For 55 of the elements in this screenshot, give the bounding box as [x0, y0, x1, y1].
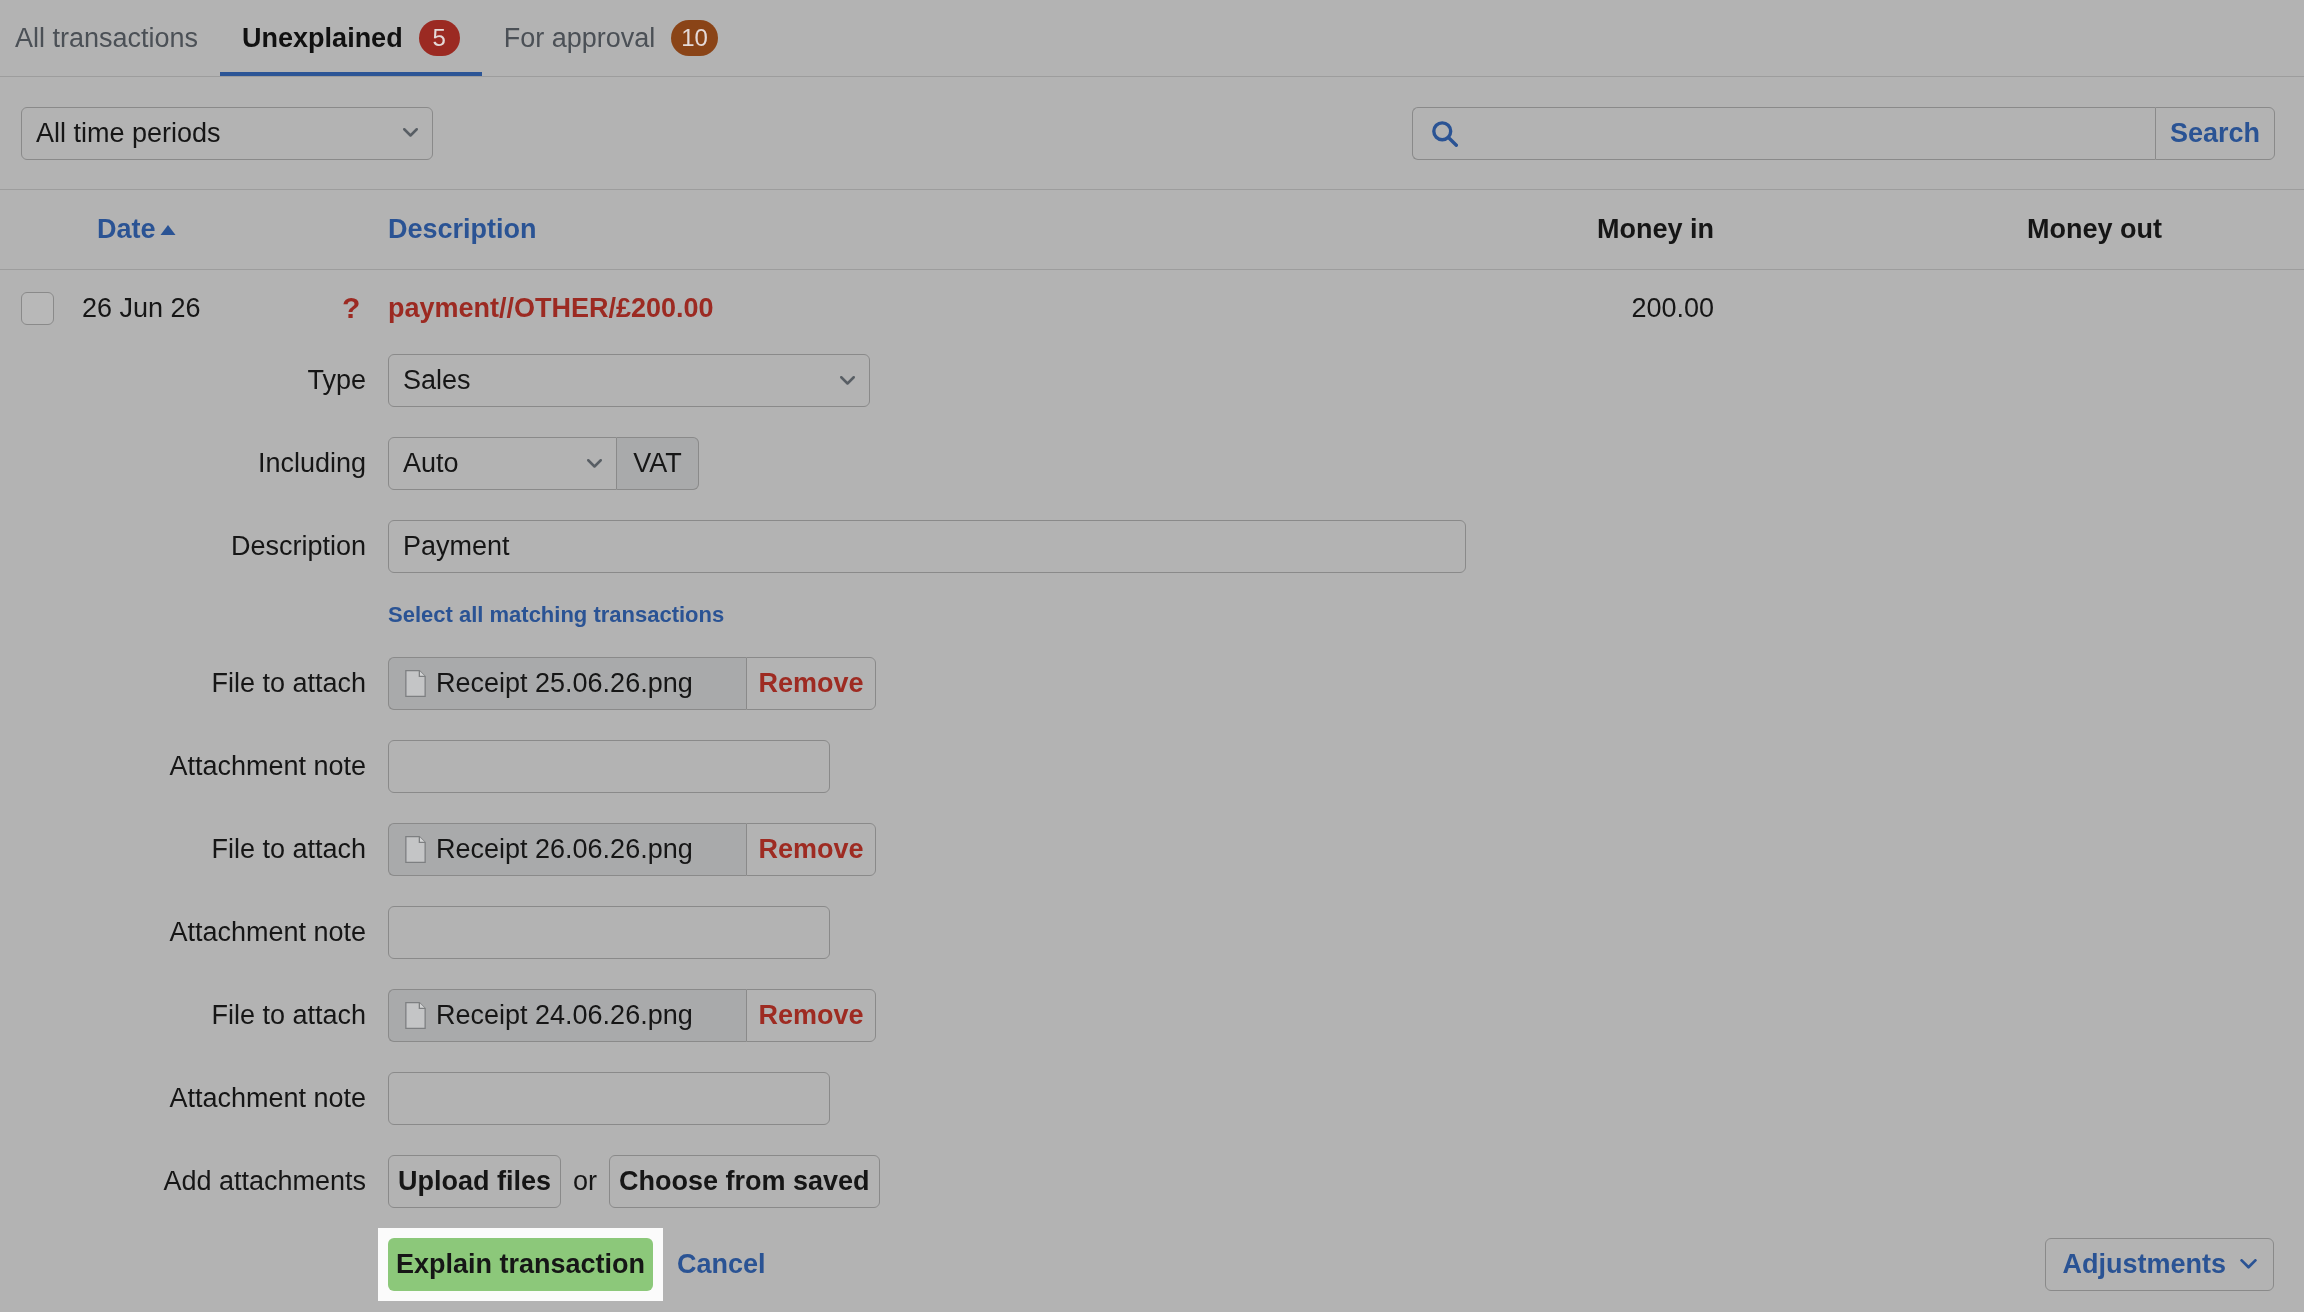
search-field[interactable] — [1412, 106, 2155, 160]
field-label: Including — [256, 448, 366, 479]
document-icon — [405, 670, 426, 697]
column-header: Money out — [2027, 214, 2162, 245]
remove-button[interactable]: Remove — [746, 657, 876, 710]
select-matching-link[interactable]: Select all matching transactions — [388, 603, 725, 627]
note-field[interactable] — [388, 1072, 830, 1125]
search-button[interactable]: Search — [2154, 106, 2275, 160]
column-header[interactable]: Date — [97, 214, 156, 245]
tab[interactable]: All transactions — [0, 0, 221, 76]
document-icon — [405, 836, 426, 863]
count-badge: 5 — [418, 20, 460, 56]
file-name: Receipt 25.06.26.png — [436, 668, 693, 699]
date-cell-text: 26 Jun 26 — [82, 292, 202, 324]
upload-button[interactable]: Upload files — [388, 1155, 562, 1208]
question-mark: ? — [342, 291, 362, 325]
choose-saved-button[interactable]: Choose from saved — [609, 1155, 880, 1208]
period-select[interactable]: All time periods — [21, 106, 433, 160]
chevron-down-icon — [840, 375, 855, 386]
chevron-down-icon — [2240, 1259, 2257, 1270]
note-field[interactable] — [388, 740, 830, 793]
adjustments-button[interactable]: Adjustments — [2045, 1238, 2274, 1291]
search-icon — [1431, 119, 1458, 147]
field-label: Attachment note — [168, 917, 366, 948]
text-field[interactable]: Payment — [388, 520, 1466, 573]
file-name: Receipt 24.06.26.png — [436, 1000, 693, 1031]
tab[interactable]: Unexplained 5 — [220, 0, 482, 76]
remove-button[interactable]: Remove — [746, 989, 876, 1042]
select-field[interactable]: Auto — [388, 437, 617, 490]
remove-button[interactable]: Remove — [746, 823, 876, 876]
select-field[interactable]: Sales — [388, 354, 870, 407]
chevron-down-icon — [403, 128, 418, 138]
explain-button[interactable]: Explain transaction — [388, 1238, 654, 1291]
row-checkbox[interactable] — [21, 291, 54, 325]
document-icon — [405, 1002, 426, 1029]
addon-label: VAT — [617, 437, 699, 490]
chevron-down-icon — [587, 458, 602, 469]
field-label: File to attach — [210, 1000, 366, 1031]
column-header: Money in — [1597, 214, 1714, 245]
field-label: Description — [229, 531, 366, 562]
field-label: Attachment note — [168, 751, 366, 782]
field-label: Type — [306, 365, 366, 396]
field-label: File to attach — [210, 668, 366, 699]
field-label: Attachment note — [168, 1083, 366, 1114]
description-link[interactable]: payment//OTHER/£200.00 — [388, 292, 714, 324]
count-badge: 10 — [671, 20, 718, 56]
separator-text: or — [573, 1166, 598, 1197]
cancel-link[interactable]: Cancel — [677, 1249, 766, 1280]
amount-cell-text: 200.00 — [1630, 292, 1714, 324]
file-name: Receipt 26.06.26.png — [436, 834, 693, 865]
field-label: File to attach — [210, 834, 366, 865]
field-label: Add attachments — [162, 1166, 366, 1197]
note-field[interactable] — [388, 906, 830, 959]
tab[interactable]: For approval 10 — [481, 0, 740, 76]
column-header[interactable]: Description — [388, 214, 537, 245]
